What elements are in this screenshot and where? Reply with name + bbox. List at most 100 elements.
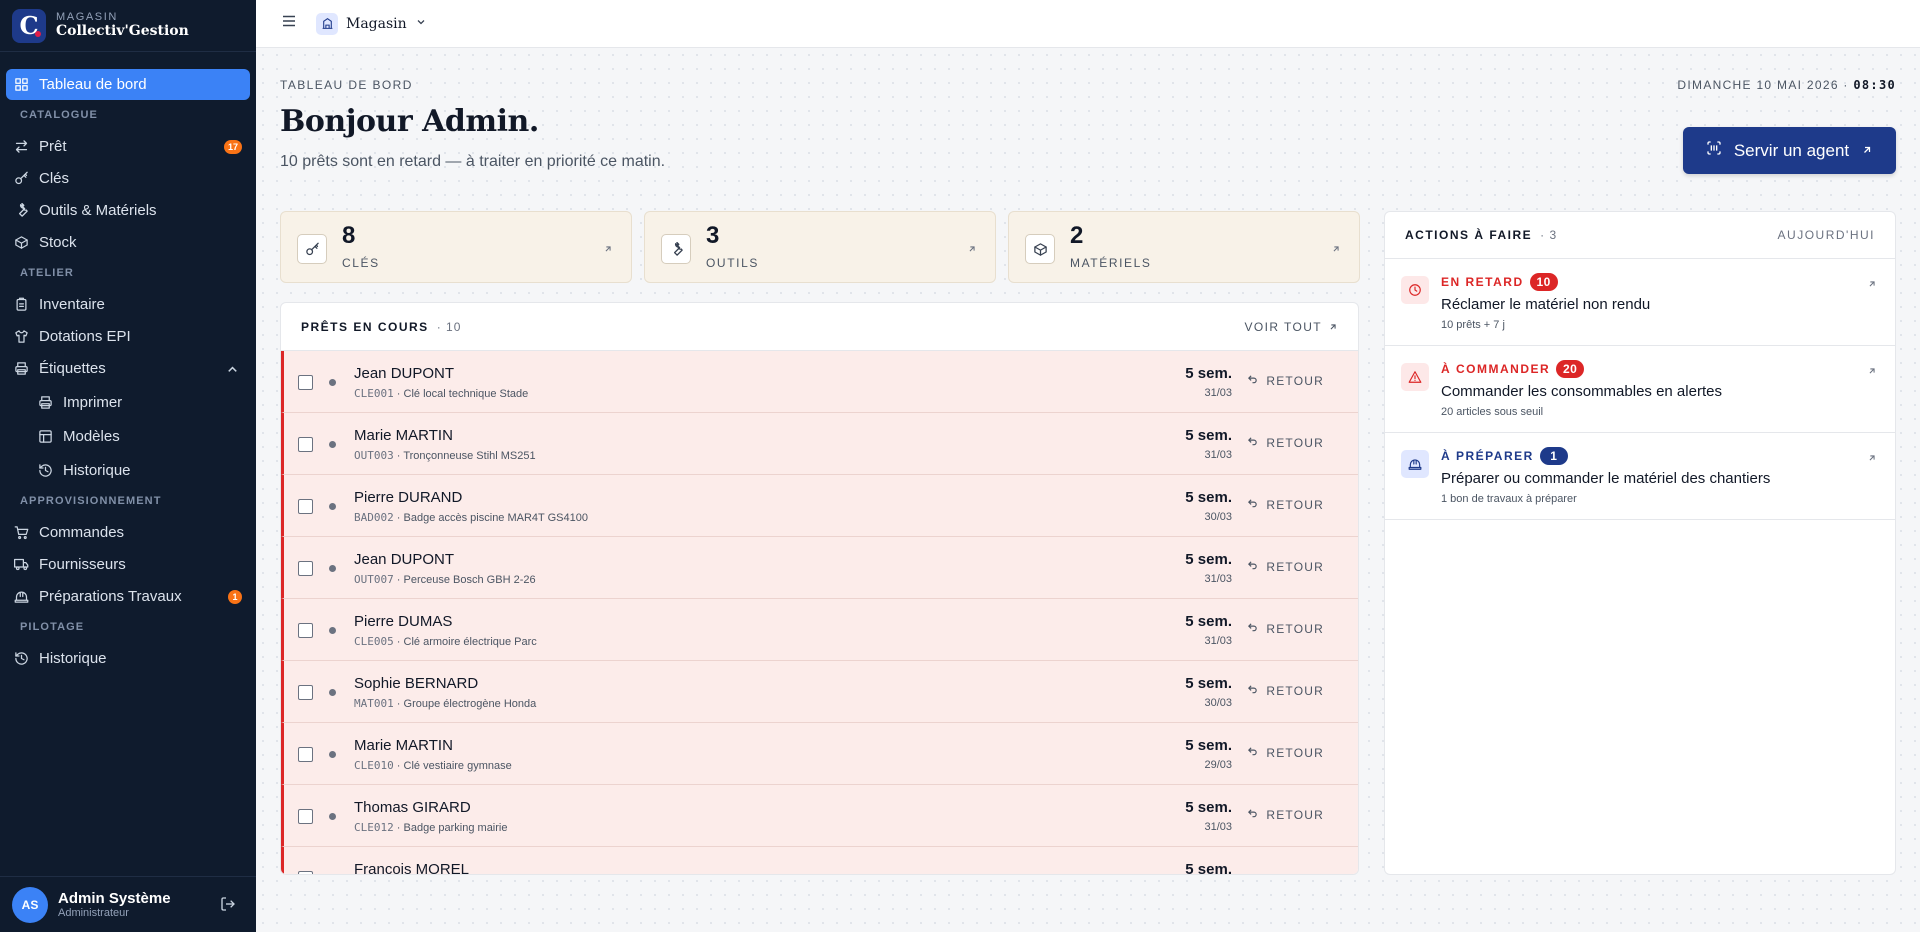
loan-date: 31/03 [1204, 573, 1232, 585]
status-dot [329, 813, 336, 820]
sidebar-item-fournisseurs[interactable]: Fournisseurs [6, 549, 250, 580]
status-dot [329, 441, 336, 448]
brand[interactable]: C MAGASIN Collectiv'Gestion [0, 0, 256, 52]
nav-section-label: ATELIER [20, 267, 74, 279]
menu-icon[interactable] [280, 12, 298, 35]
row-checkbox[interactable] [298, 375, 313, 390]
task-label: EN RETARD 10 [1441, 273, 1558, 291]
return-button[interactable]: RETOUR [1247, 498, 1324, 512]
row-checkbox[interactable] [298, 809, 313, 824]
loan-row[interactable]: Thomas GIRARD CLE012 · Badge parking mair… [281, 785, 1358, 847]
sidebar-item-outils[interactable]: Outils & Matériels [6, 195, 250, 226]
row-checkbox[interactable] [298, 499, 313, 514]
item-name: Tronçonneuse Stihl MS251 [403, 450, 536, 462]
task-badge: 1 [1539, 447, 1568, 465]
return-button[interactable]: RETOUR [1247, 808, 1324, 822]
sidebar-item-modeles[interactable]: Modèles [6, 420, 250, 452]
task-item[interactable]: À PRÉPARER 1 Préparer ou commander le maté… [1385, 433, 1895, 520]
loan-row[interactable]: Jean DUPONT OUT007 · Perceuse Bosch GBH 2… [281, 537, 1358, 599]
loan-duration: 5 sem. [1185, 737, 1232, 754]
sidebar-item-imprimer[interactable]: Imprimer [6, 386, 250, 418]
borrower-name: Francois MOREL [354, 861, 470, 875]
cart-icon [14, 525, 29, 540]
undo-icon [1247, 498, 1258, 512]
sidebar-item-stock[interactable]: Stock [6, 227, 250, 258]
chevron-up-icon[interactable] [225, 362, 240, 381]
task-item[interactable]: À COMMANDER 20 Commander les consommables … [1385, 346, 1895, 433]
key-icon [297, 234, 327, 264]
printer-icon [38, 395, 53, 410]
item-name: Clé vestiaire gymnase [403, 760, 512, 772]
template-icon [38, 429, 53, 444]
return-button[interactable]: RETOUR [1247, 684, 1324, 698]
loan-row[interactable]: Pierre DURAND BAD002 · Badge accès piscin… [281, 475, 1358, 537]
user-role: Administrateur [58, 907, 129, 919]
stat-card[interactable]: 3 OUTILS [644, 211, 996, 283]
truck-icon [14, 557, 29, 572]
sidebar-item-epi[interactable]: Dotations EPI [6, 321, 250, 352]
page-kicker: TABLEAU DE BORD [280, 78, 413, 92]
stat-card[interactable]: 2 MATÉRIELS [1008, 211, 1360, 283]
stat-label: MATÉRIELS [1070, 256, 1152, 270]
return-button[interactable]: RETOUR [1247, 746, 1324, 760]
row-checkbox[interactable] [298, 871, 313, 874]
row-checkbox[interactable] [298, 623, 313, 638]
sidebar-item-cles[interactable]: Clés [6, 163, 250, 194]
avatar[interactable]: AS [12, 886, 48, 923]
stat-label: OUTILS [706, 256, 759, 270]
item-code: CLE005 [354, 635, 394, 648]
loan-row[interactable]: Sophie BERNARD MAT001 · Groupe électrogèn… [281, 661, 1358, 723]
sidebar-item-preparations[interactable]: Préparations Travaux 1 [6, 581, 250, 612]
sidebar-item-pret[interactable]: Prêt 17 [6, 131, 250, 162]
borrower-name: Marie MARTIN [354, 737, 453, 754]
loan-date: 31/03 [1204, 387, 1232, 399]
actions-count: · 3 [1540, 228, 1558, 242]
main-content: TABLEAU DE BORD DIMANCHE 10 MAI 2026 · 0… [256, 48, 1920, 932]
loan-row[interactable]: Francois MOREL 5 sem. [281, 847, 1358, 875]
sidebar-item-inventaire[interactable]: Inventaire [6, 289, 250, 320]
row-checkbox[interactable] [298, 437, 313, 452]
task-badge: 10 [1529, 273, 1558, 291]
brand-kicker: MAGASIN [56, 11, 118, 23]
item-code: CLE010 [354, 759, 394, 772]
task-subtitle: 1 bon de travaux à préparer [1441, 493, 1577, 505]
loan-row[interactable]: Marie MARTIN CLE010 · Clé vestiaire gymna… [281, 723, 1358, 785]
stat-card[interactable]: 8 CLÉS [280, 211, 632, 283]
status-dot [329, 689, 336, 696]
building-icon [316, 12, 338, 35]
arrow-up-right-icon [1867, 363, 1877, 381]
loan-date: 30/03 [1204, 511, 1232, 523]
row-checkbox[interactable] [298, 561, 313, 576]
actions-header: ACTIONS À FAIRE · 3 AUJOURD'HUI [1385, 212, 1895, 259]
row-checkbox[interactable] [298, 747, 313, 762]
row-checkbox[interactable] [298, 685, 313, 700]
task-item[interactable]: EN RETARD 10 Réclamer le matériel non rend… [1385, 259, 1895, 346]
return-button[interactable]: RETOUR [1247, 622, 1324, 636]
item-code: BAD002 [354, 511, 394, 524]
loan-row[interactable]: Marie MARTIN OUT003 · Tronçonneuse Stihl … [281, 413, 1358, 475]
sidebar-item-label: Préparations Travaux [39, 588, 182, 605]
hardhat-icon [1401, 450, 1429, 478]
return-button[interactable]: RETOUR [1247, 374, 1324, 388]
swap-icon [14, 139, 29, 154]
sidebar-item-etiquettes[interactable]: Étiquettes [6, 353, 250, 384]
borrower-name: Jean DUPONT [354, 551, 455, 568]
sidebar-item-historique[interactable]: Historique [6, 643, 250, 674]
sidebar-item-historique-etiq[interactable]: Historique [6, 454, 250, 486]
loan-row[interactable]: Jean DUPONT CLE001 · Clé local technique … [281, 351, 1358, 413]
loan-duration: 5 sem. [1185, 861, 1232, 875]
store-select[interactable]: Magasin [316, 12, 427, 35]
serve-agent-button[interactable]: Servir un agent [1683, 127, 1896, 174]
undo-icon [1247, 808, 1258, 822]
loan-row[interactable]: Pierre DUMAS CLE005 · Clé armoire électri… [281, 599, 1358, 661]
status-dot [329, 627, 336, 634]
box-icon [1025, 234, 1055, 264]
logout-icon[interactable] [220, 896, 236, 917]
see-all-link[interactable]: VOIR TOUT [1245, 320, 1339, 334]
status-dot [329, 379, 336, 386]
sidebar-item-dashboard[interactable]: Tableau de bord [6, 69, 250, 100]
return-button[interactable]: RETOUR [1247, 436, 1324, 450]
sidebar-item-commandes[interactable]: Commandes [6, 517, 250, 548]
arrow-up-right-icon [1867, 450, 1877, 468]
return-button[interactable]: RETOUR [1247, 560, 1324, 574]
